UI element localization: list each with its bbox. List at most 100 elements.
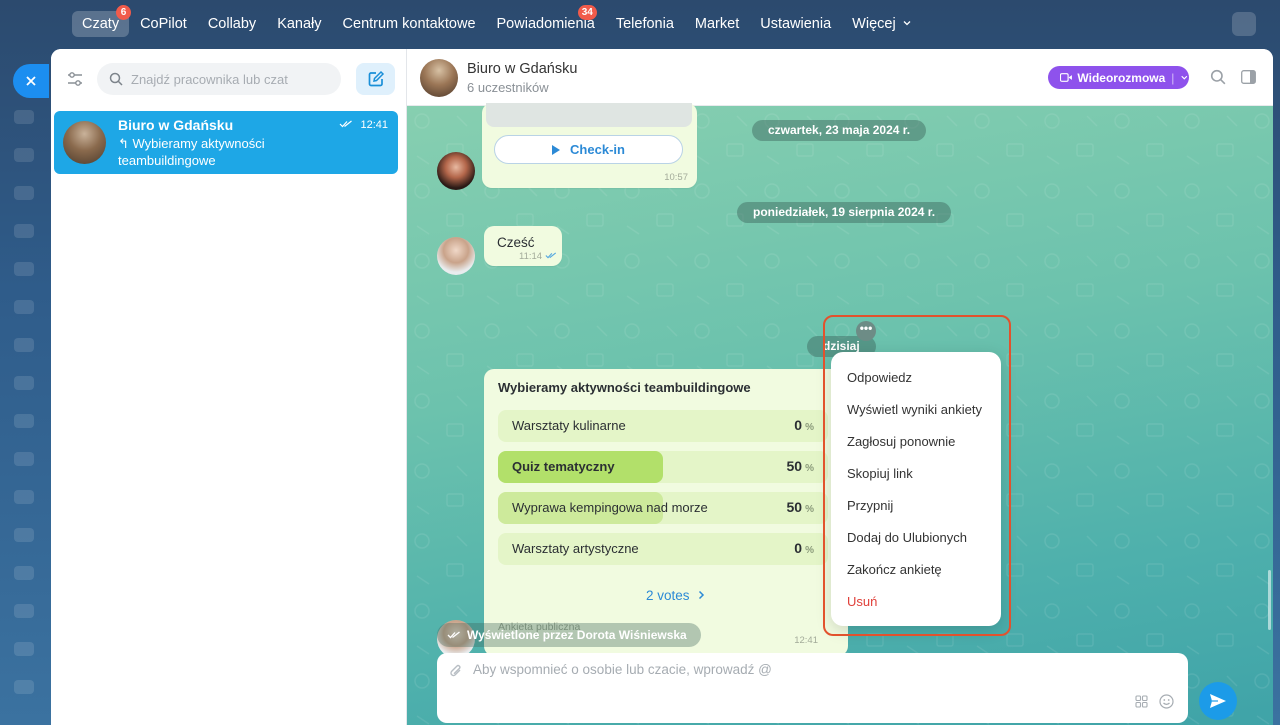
app-icon: [14, 376, 34, 390]
poll-option[interactable]: Quiz tematyczny 50%: [498, 451, 828, 483]
checkin-button[interactable]: Check-in: [494, 135, 683, 164]
menu-item-view-results[interactable]: Wyświetl wyniki ankiety: [847, 402, 982, 417]
message-time: 12:41: [794, 635, 818, 646]
profile-icon[interactable]: [1232, 12, 1256, 36]
video-call-button[interactable]: Wideorozmowa |: [1048, 66, 1189, 89]
poll-option[interactable]: Warsztaty kulinarne 0%: [498, 410, 828, 442]
close-button[interactable]: [13, 64, 49, 98]
app-icon: [14, 452, 34, 466]
nav-item-settings[interactable]: Ustawienia: [750, 11, 841, 37]
nav-item-contact-center[interactable]: Centrum kontaktowe: [333, 11, 486, 37]
poll-option[interactable]: Warsztaty artystyczne 0%: [498, 533, 828, 565]
divider: |: [1171, 70, 1175, 85]
chat-avatar: [63, 121, 106, 164]
date-divider: czwartek, 23 maja 2024 r.: [752, 120, 927, 141]
menu-item-delete[interactable]: Usuń: [847, 594, 877, 609]
votes-count: 2 votes: [646, 588, 690, 603]
poll-option-percent: 50%: [787, 499, 814, 515]
message-input[interactable]: [473, 662, 1153, 677]
search-icon: [109, 72, 123, 86]
nav-item-chats[interactable]: Czaty 6: [72, 5, 132, 37]
double-check-icon: [339, 120, 353, 128]
app-icon: [14, 186, 34, 200]
close-icon: [26, 76, 36, 86]
filter-icon[interactable]: [65, 69, 85, 89]
new-chat-button[interactable]: [356, 63, 395, 95]
menu-item-copy-link[interactable]: Skopiuj link: [847, 466, 913, 481]
nav-label: Collaby: [207, 16, 257, 32]
menu-item-revote[interactable]: Zagłosuj ponownie: [847, 434, 955, 449]
sender-avatar[interactable]: [437, 152, 475, 190]
app-icon: [14, 680, 34, 694]
send-icon: [1210, 694, 1226, 708]
menu-item-reply[interactable]: Odpowiedz: [847, 370, 912, 385]
chat-header: Biuro w Gdańsku 6 uczestników Wideorozmo…: [407, 49, 1273, 106]
date-divider: poniedziałek, 19 sierpnia 2024 r.: [737, 202, 952, 223]
poll-percent-unit: %: [805, 545, 814, 556]
poll-message: Wybieramy aktywności teambuildingowe War…: [484, 369, 848, 656]
apps-grid-icon[interactable]: [1135, 695, 1148, 708]
nav-item-more[interactable]: Więcej: [842, 11, 922, 37]
chat-header-title[interactable]: Biuro w Gdańsku: [467, 61, 577, 77]
side-panel-icon[interactable]: [1241, 70, 1256, 84]
poll-option[interactable]: Wyprawa kempingowa nad morze 50%: [498, 492, 828, 524]
menu-item-close-poll[interactable]: Zakończ ankietę: [847, 562, 942, 577]
nav-item-market[interactable]: Market: [685, 11, 749, 37]
message-time: 11:14: [519, 251, 557, 262]
checkin-message: Check-in 10:57: [482, 103, 697, 188]
left-app-strip: [0, 48, 50, 725]
chat-title: Biuro w Gdańsku: [118, 117, 234, 133]
double-check-icon: [447, 631, 460, 639]
poll-votes-link[interactable]: 2 votes: [646, 588, 706, 603]
nav-badge: 6: [116, 5, 132, 20]
search-icon[interactable]: [1210, 69, 1226, 85]
app-icon: [14, 224, 34, 238]
poll-percent-unit: %: [805, 504, 814, 515]
nav-label: Kanały: [277, 16, 322, 32]
chat-list-item[interactable]: Biuro w Gdańsku 12:41 ↰ Wybieramy aktywn…: [54, 111, 398, 174]
seen-by-indicator[interactable]: Wyświetlone przez Dorota Wiśniewska: [437, 623, 701, 647]
nav-label: CoPilot: [140, 16, 187, 32]
menu-item-add-favorites[interactable]: Dodaj do Ulubionych: [847, 530, 967, 545]
emoji-icon[interactable]: [1159, 694, 1174, 709]
chevron-down-icon[interactable]: [1180, 73, 1189, 82]
message-composer: [437, 653, 1188, 723]
sender-avatar[interactable]: [437, 237, 475, 275]
poll-percent-unit: %: [805, 463, 814, 474]
send-button[interactable]: [1199, 682, 1237, 720]
chat-preview: ↰ Wybieramy aktywności teambuildingowe: [118, 136, 328, 169]
nav-item-channels[interactable]: Kanały: [267, 11, 331, 37]
nav-item-telephony[interactable]: Telefonia: [606, 11, 684, 37]
map-preview[interactable]: [486, 103, 692, 127]
app-icon: [14, 528, 34, 542]
nav-label: Więcej: [852, 16, 896, 32]
poll-percent-value: 0: [794, 417, 803, 433]
app-icon: [14, 338, 34, 352]
paperclip-icon[interactable]: [449, 663, 463, 679]
messenger-window: Biuro w Gdańsku 12:41 ↰ Wybieramy aktywn…: [51, 49, 1273, 725]
play-icon: [552, 144, 561, 155]
checkin-label: Check-in: [570, 142, 625, 157]
app-icon: [14, 148, 34, 162]
nav-item-copilot[interactable]: CoPilot: [130, 11, 197, 37]
compose-icon: [368, 70, 384, 87]
message-list[interactable]: Check-in 10:57 czwartek, 23 maja 2024 r.…: [407, 103, 1273, 725]
app-icon: [14, 604, 34, 618]
menu-item-pin[interactable]: Przypnij: [847, 498, 893, 513]
scrollbar[interactable]: [1268, 570, 1271, 630]
message-time: 10:57: [664, 172, 688, 183]
nav-item-notifications[interactable]: Powiadomienia 34: [487, 5, 605, 37]
message-time-text: 11:14: [519, 251, 543, 262]
poll-title: Wybieramy aktywności teambuildingowe: [498, 380, 751, 395]
chat-header-avatar[interactable]: [420, 59, 458, 97]
poll-option-label: Warsztaty artystyczne: [512, 541, 639, 556]
nav-label: Telefonia: [615, 16, 674, 32]
nav-badge: 34: [577, 5, 597, 20]
more-actions-button[interactable]: •••: [856, 321, 876, 341]
search-input[interactable]: [131, 71, 321, 87]
video-call-label: Wideorozmowa: [1077, 70, 1166, 85]
poll-percent-value: 50: [786, 499, 803, 515]
chat-time-text: 12:41: [360, 119, 388, 131]
participants-count[interactable]: 6 uczestników: [467, 80, 549, 95]
nav-item-collaby[interactable]: Collaby: [198, 11, 266, 37]
